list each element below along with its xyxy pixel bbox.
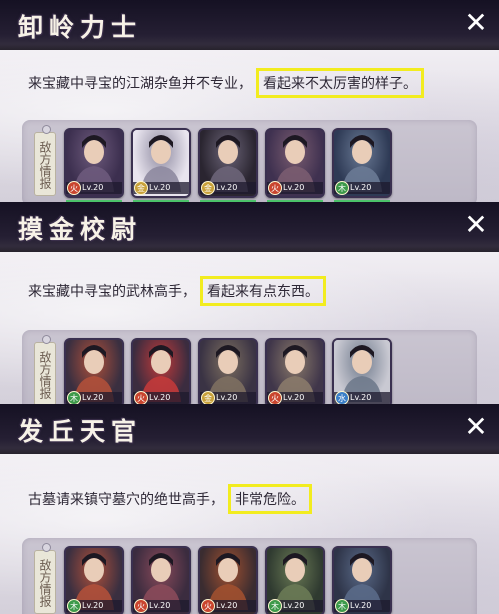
panel-faqiu-tianguan: 发丘天官 ✕ 古墓请来镇守墓穴的绝世高手， 非常危险。 敌方情报 Lv.20 木 Lv… — [0, 404, 499, 614]
panel-title: 摸金校尉 — [18, 215, 143, 244]
panel-description: 来宝藏中寻宝的武林高手， 看起来有点东西。 — [28, 276, 326, 306]
close-icon[interactable]: ✕ — [463, 9, 489, 37]
element-badge-icon: 火 — [67, 181, 81, 195]
hero-card[interactable]: Lv.20 木 — [332, 128, 392, 198]
hero-card[interactable]: Lv.20 金 — [198, 338, 258, 404]
element-badge-icon: 火 — [201, 599, 215, 613]
title-band: 发丘天官 ✕ — [0, 404, 499, 454]
close-icon[interactable]: ✕ — [463, 211, 489, 239]
highlighted-text: 非常危险。 — [228, 484, 312, 514]
enemy-intel-label[interactable]: 敌方情报 — [34, 335, 56, 404]
enemy-intel-label[interactable]: 敌方情报 — [34, 543, 56, 614]
description-text: 来宝藏中寻宝的武林高手， — [28, 284, 196, 300]
element-badge-icon: 金 — [201, 181, 215, 195]
panel-body: 来宝藏中寻宝的武林高手， 看起来有点东西。 敌方情报 Lv.20 木 Lv.20 火 Lv… — [0, 252, 499, 404]
element-badge-icon: 木 — [268, 599, 282, 613]
enemy-intel-label[interactable]: 敌方情报 — [34, 125, 56, 196]
element-badge-icon: 木 — [67, 599, 81, 613]
title-band: 卸岭力士 ✕ — [0, 0, 499, 50]
highlighted-text: 看起来不太厉害的样子。 — [256, 68, 424, 98]
panel-description: 古墓请来镇守墓穴的绝世高手， 非常危险。 — [28, 484, 312, 514]
element-badge-icon: 火 — [268, 391, 282, 404]
element-badge-icon: 水 — [335, 391, 349, 404]
element-badge-icon: 火 — [134, 599, 148, 613]
hero-card[interactable]: Lv.20 火 — [265, 338, 325, 404]
panel-mojin-xiaowei: 摸金校尉 ✕ 来宝藏中寻宝的武林高手， 看起来有点东西。 敌方情报 Lv.20 木 L… — [0, 202, 499, 404]
hero-card[interactable]: Lv.20 木 — [64, 338, 124, 404]
panel-description: 来宝藏中寻宝的江湖杂鱼并不专业， 看起来不太厉害的样子。 — [28, 68, 424, 98]
hero-card[interactable]: Lv.20 水 — [332, 338, 392, 404]
panel-title: 发丘天官 — [18, 417, 143, 446]
description-text: 古墓请来镇守墓穴的绝世高手， — [28, 492, 224, 508]
enemy-intel-area: 敌方情报 Lv.20 木 Lv.20 火 Lv.20 金 Lv.20 火 Lv.20 水 — [22, 330, 477, 404]
element-badge-icon: 火 — [268, 181, 282, 195]
element-badge-icon: 木 — [67, 391, 81, 404]
hero-card[interactable]: Lv.20 木 — [332, 546, 392, 614]
hero-card[interactable]: Lv.20 木 — [64, 546, 124, 614]
enemy-intel-area: 敌方情报 Lv.20 火 Lv.20 金 Lv.20 金 Lv.20 火 Lv.20 木 — [22, 120, 477, 202]
panel-xieling-lishi: 卸岭力士 ✕ 来宝藏中寻宝的江湖杂鱼并不专业， 看起来不太厉害的样子。 敌方情报 … — [0, 0, 499, 202]
hero-card[interactable]: Lv.20 火 — [131, 546, 191, 614]
close-icon[interactable]: ✕ — [463, 413, 489, 441]
title-band: 摸金校尉 ✕ — [0, 202, 499, 252]
highlighted-text: 看起来有点东西。 — [200, 276, 326, 306]
hero-card[interactable]: Lv.20 木 — [265, 546, 325, 614]
hero-card[interactable]: Lv.20 火 — [198, 546, 258, 614]
element-badge-icon: 木 — [335, 599, 349, 613]
panel-title: 卸岭力士 — [18, 13, 143, 42]
hero-card[interactable]: Lv.20 金 — [131, 128, 191, 198]
hero-card[interactable]: Lv.20 火 — [64, 128, 124, 198]
hero-card[interactable]: Lv.20 金 — [198, 128, 258, 198]
element-badge-icon: 木 — [335, 181, 349, 195]
description-text: 来宝藏中寻宝的江湖杂鱼并不专业， — [28, 76, 252, 92]
element-badge-icon: 金 — [134, 181, 148, 195]
hero-card[interactable]: Lv.20 火 — [131, 338, 191, 404]
element-badge-icon: 火 — [134, 391, 148, 404]
enemy-intel-area: 敌方情报 Lv.20 木 Lv.20 火 Lv.20 火 Lv.20 木 Lv.20 木 — [22, 538, 477, 614]
panel-body: 来宝藏中寻宝的江湖杂鱼并不专业， 看起来不太厉害的样子。 敌方情报 Lv.20 火 L… — [0, 50, 499, 202]
panel-body: 古墓请来镇守墓穴的绝世高手， 非常危险。 敌方情报 Lv.20 木 Lv.20 火 Lv.… — [0, 454, 499, 614]
hero-card[interactable]: Lv.20 火 — [265, 128, 325, 198]
element-badge-icon: 金 — [201, 391, 215, 404]
